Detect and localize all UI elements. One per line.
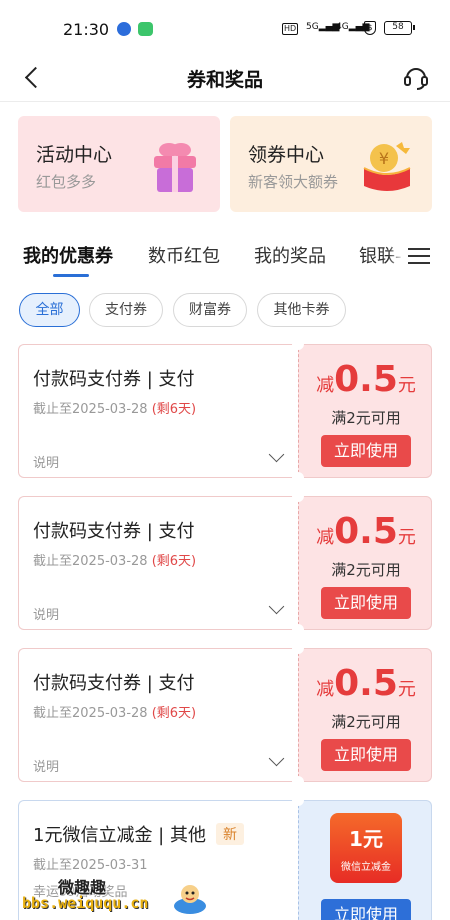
coupon-amount-prefix: 减: [316, 527, 335, 548]
coupon-name: 1元微信立减金 | 其他新: [33, 821, 244, 847]
coupon-days-left: (剩6天): [151, 706, 197, 721]
wechat-notification-icon: [138, 22, 153, 36]
chevron-down-icon[interactable]: [269, 601, 283, 615]
coupon-card[interactable]: 付款码支付券 | 支付 截止至2025-03-28 (剩6天) 说明 减0.5元…: [18, 642, 432, 788]
coupon-condition: 满2元可用: [331, 713, 401, 731]
tab-my-coupons[interactable]: 我的优惠券: [23, 242, 113, 268]
coupon-notch: [292, 624, 304, 636]
status-bar: 21:30 HD 5G▂▄▆ 4G▂▄▆ $ 58: [0, 0, 450, 56]
coupon-amount-value: 0.5: [334, 663, 398, 704]
coupon-notch: [292, 794, 304, 806]
wechat-coupon-badge: 1元 微信立减金: [330, 813, 402, 883]
coupon-expiry-date: 截止至2025-03-28: [33, 554, 148, 569]
signal-4g-label: 4G: [336, 22, 349, 32]
coupon-description-link[interactable]: 说明: [33, 452, 59, 471]
signal-5g-label: 5G: [306, 22, 319, 32]
use-now-button[interactable]: 立即使用: [321, 739, 411, 771]
coupon-card[interactable]: 付款码支付券 | 支付 截止至2025-03-28 (剩6天) 说明 减0.5元…: [18, 490, 432, 636]
coupon-value-panel: 减0.5元 满2元可用 立即使用: [298, 648, 432, 782]
filter-wealth-coupon[interactable]: 财富券: [173, 293, 247, 327]
signal-5g-icon: 5G▂▄▆: [306, 22, 340, 32]
chevron-down-icon[interactable]: [269, 449, 283, 463]
chevron-down-icon[interactable]: [269, 753, 283, 767]
coupon-notch: [292, 642, 304, 654]
app-notification-icon: [117, 22, 131, 36]
coupon-amount: 减0.5元: [299, 359, 433, 400]
new-badge: 新: [215, 823, 244, 845]
use-now-button[interactable]: 立即使用: [321, 435, 411, 467]
status-time: 21:30: [63, 20, 110, 39]
coupon-notch: [292, 490, 304, 502]
active-tab-indicator: [53, 274, 89, 277]
coupon-days-left: (剩6天): [151, 402, 197, 417]
filter-payment-coupon[interactable]: 支付券: [89, 293, 163, 327]
use-now-button[interactable]: 立即使用: [321, 899, 411, 920]
activity-center-subtitle: 红包多多: [36, 173, 97, 191]
mascot-icon: [172, 880, 208, 916]
coupon-amount-prefix: 减: [316, 679, 335, 700]
watermark-url: bbs.weiququ.cn: [22, 894, 149, 912]
red-envelope-icon: ¥: [358, 138, 416, 196]
page-title: 券和奖品: [186, 69, 263, 91]
customer-service-icon[interactable]: [402, 63, 430, 91]
coupon-notch: [292, 338, 304, 350]
coupon-center-title: 领券中心: [248, 144, 325, 166]
coupon-tabs: 我的优惠券 数币红包 我的奖品 银联-: [0, 230, 450, 280]
page-header: 券和奖品: [0, 56, 450, 102]
redpack-value: 1元: [349, 827, 383, 851]
coupon-condition: 满2元可用: [331, 561, 401, 579]
coupon-name: 付款码支付券 | 支付: [33, 369, 195, 390]
coupon-expiry-date: 截止至2025-03-28: [33, 402, 148, 417]
coupon-notch: [292, 776, 304, 788]
coupon-name: 付款码支付券 | 支付: [33, 521, 195, 542]
tab-fade: [388, 238, 404, 274]
coupon-value-panel: 减0.5元 满2元可用 立即使用: [298, 344, 432, 478]
tab-my-prizes[interactable]: 我的奖品: [254, 242, 326, 268]
coupon-center-subtitle: 新客领大额券: [248, 173, 339, 191]
coupon-amount: 减0.5元: [299, 663, 433, 704]
coupon-condition: 满2元可用: [331, 409, 401, 427]
coupon-expiry-date: 截止至2025-03-28: [33, 706, 148, 721]
coupon-expiry: 截止至2025-03-28 (剩6天): [33, 550, 196, 569]
coupon-amount-prefix: 减: [316, 375, 335, 396]
coupon-amount-unit: 元: [397, 679, 416, 700]
coupon-description-link[interactable]: 说明: [33, 756, 59, 775]
coupon-description-link[interactable]: 说明: [33, 604, 59, 623]
coupon-name: 付款码支付券 | 支付: [33, 673, 195, 694]
coupon-expiry: 截止至2025-03-31: [33, 858, 148, 873]
coupon-value-panel: 1元 微信立减金 立即使用: [298, 800, 432, 920]
coupon-info: 付款码支付券 | 支付 截止至2025-03-28 (剩6天) 说明: [18, 344, 298, 478]
coupon-value-panel: 减0.5元 满2元可用 立即使用: [298, 496, 432, 630]
redpack-label: 微信立减金: [341, 862, 391, 873]
tab-digital-red-packet[interactable]: 数币红包: [148, 242, 220, 268]
coupon-info: 付款码支付券 | 支付 截止至2025-03-28 (剩6天) 说明: [18, 648, 298, 782]
watermark: 微趣趣 bbs.weiququ.cn: [22, 872, 212, 916]
hd-icon: HD: [282, 23, 299, 35]
main-content: 活动中心 红包多多 领券中心 新客领大额券 ¥ 我的优惠券 数币红包 我的奖品 …: [0, 102, 450, 920]
coupon-notch: [292, 472, 304, 484]
activity-center-title: 活动中心: [36, 144, 113, 166]
coupon-name-text: 1元微信立减金 | 其他: [33, 825, 206, 846]
coupon-amount-unit: 元: [397, 375, 416, 396]
coupon-amount: 减0.5元: [299, 511, 433, 552]
gift-box-icon: [146, 138, 204, 196]
coupon-expiry: 截止至2025-03-28 (剩6天): [33, 398, 196, 417]
filter-all[interactable]: 全部: [19, 293, 80, 327]
coupon-amount-unit: 元: [397, 527, 416, 548]
coupon-card[interactable]: 付款码支付券 | 支付 截止至2025-03-28 (剩6天) 说明 减0.5元…: [18, 338, 432, 484]
coupon-expiry: 截止至2025-03-28 (剩6天): [33, 702, 196, 721]
coupon-amount-value: 0.5: [334, 511, 398, 552]
activity-center-card[interactable]: 活动中心 红包多多: [18, 116, 220, 212]
coupon-center-card[interactable]: 领券中心 新客领大额券 ¥: [230, 116, 432, 212]
svg-text:¥: ¥: [379, 149, 389, 168]
coupon-info: 付款码支付券 | 支付 截止至2025-03-28 (剩6天) 说明: [18, 496, 298, 630]
battery-icon: 58: [384, 21, 415, 35]
shield-icon: $: [364, 21, 376, 35]
menu-icon[interactable]: [408, 246, 430, 266]
use-now-button[interactable]: 立即使用: [321, 587, 411, 619]
coupon-days-left: (剩6天): [151, 554, 197, 569]
coupon-amount-value: 0.5: [334, 359, 398, 400]
filter-other-cards[interactable]: 其他卡券: [257, 293, 346, 327]
